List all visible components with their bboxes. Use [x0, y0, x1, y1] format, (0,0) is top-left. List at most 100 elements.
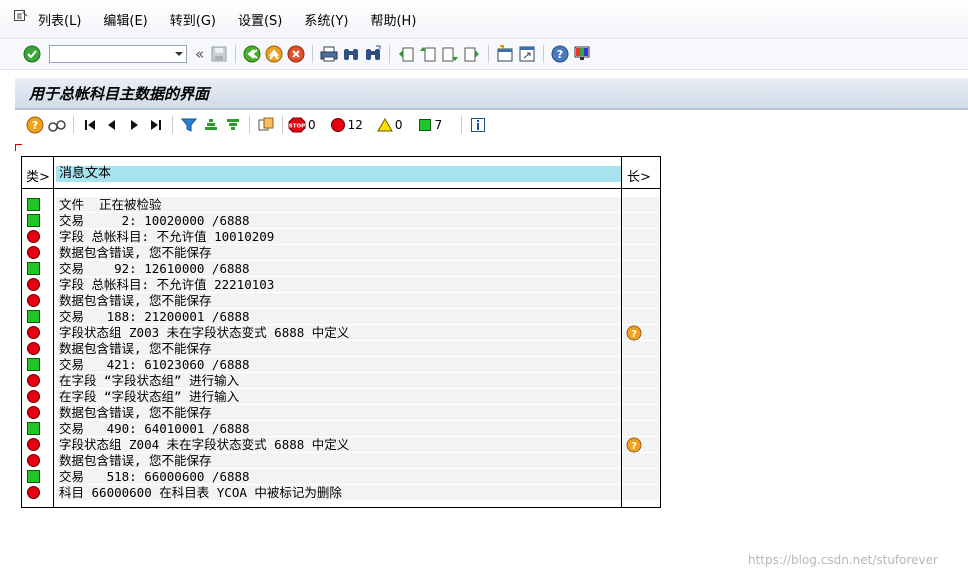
long-text-button[interactable]: ?: [25, 115, 45, 135]
first-message-button[interactable]: [80, 115, 100, 135]
technical-info-button[interactable]: [47, 115, 67, 135]
next-message-button[interactable]: [124, 115, 144, 135]
back-button[interactable]: [242, 44, 262, 64]
svg-text:?: ?: [557, 48, 563, 61]
column-header-length[interactable]: 长>: [627, 166, 651, 185]
error-status-icon: [27, 390, 40, 403]
message-text: 数据包含错误, 您不能保存: [56, 293, 621, 308]
help-button[interactable]: ?: [550, 44, 570, 64]
menu-list[interactable]: 列表(L): [38, 10, 81, 29]
dropdown-arrow-icon[interactable]: [174, 50, 184, 58]
message-text: 交易 92: 12610000 /6888: [56, 261, 621, 276]
menu-goto[interactable]: 转到(G): [170, 10, 216, 29]
warning-count: 0: [394, 118, 403, 132]
question-icon: ?: [26, 116, 44, 134]
change-layout-button[interactable]: [256, 115, 276, 135]
first-page-button[interactable]: [396, 44, 416, 64]
column-header-message-text[interactable]: 消息文本: [56, 166, 621, 182]
find-button[interactable]: [341, 44, 361, 64]
monitor-color-icon: [574, 46, 590, 60]
shortcut-button[interactable]: [517, 44, 537, 64]
sort-descending-icon: [227, 119, 239, 130]
cancel-button[interactable]: [286, 44, 306, 64]
information-button[interactable]: [468, 115, 488, 135]
warning-filter[interactable]: 0: [377, 117, 403, 133]
menu-settings[interactable]: 设置(S): [238, 10, 282, 29]
table-row[interactable]: 交易 490: 64010001 /6888: [22, 421, 660, 437]
table-row[interactable]: 在字段 “字段状态组” 进行输入: [22, 373, 660, 389]
binoculars-next-icon: [366, 45, 381, 60]
menu-system[interactable]: 系统(Y): [304, 10, 348, 29]
toolbar-separator: [461, 116, 463, 134]
menu-edit[interactable]: 编辑(E): [103, 10, 147, 29]
table-row[interactable]: 交易 421: 61023060 /6888: [22, 357, 660, 373]
table-row[interactable]: 字段状态组 Z004 未在字段状态变式 6888 中定义?: [22, 437, 660, 453]
table-row[interactable]: 数据包含错误, 您不能保存: [22, 341, 660, 357]
sort-ascending-button[interactable]: [201, 115, 221, 135]
table-row[interactable]: 字段 总帐科目: 不允许值 10010209: [22, 229, 660, 245]
error-status-icon: [27, 454, 40, 467]
layout-icon: [258, 117, 274, 131]
collapse-chevron-icon[interactable]: «: [195, 45, 204, 63]
next-page-button[interactable]: [440, 44, 460, 64]
error-status-icon: [27, 438, 40, 451]
table-row[interactable]: 字段 总帐科目: 不允许值 22210103: [22, 277, 660, 293]
table-row[interactable]: 数据包含错误, 您不能保存: [22, 293, 660, 309]
long-text-question-icon[interactable]: ?: [626, 325, 642, 341]
column-header-type[interactable]: 类>: [26, 166, 50, 185]
filter-button[interactable]: [179, 115, 199, 135]
command-input[interactable]: [52, 47, 174, 61]
app-menu-icon[interactable]: [14, 10, 28, 22]
menu-help[interactable]: 帮助(H): [370, 10, 416, 29]
stop-filter[interactable]: STOP 0: [288, 117, 316, 133]
message-text: 数据包含错误, 您不能保存: [56, 405, 621, 420]
svg-text:?: ?: [631, 329, 637, 340]
length-cell: [623, 469, 659, 484]
toolbar-separator: [488, 45, 490, 63]
next-icon: [131, 120, 138, 130]
table-row[interactable]: 在字段 “字段状态组” 进行输入: [22, 389, 660, 405]
message-text: 在字段 “字段状态组” 进行输入: [56, 389, 621, 404]
message-text: 交易 188: 21200001 /6888: [56, 309, 621, 324]
print-button[interactable]: [319, 44, 339, 64]
table-row[interactable]: 交易 188: 21200001 /6888: [22, 309, 660, 325]
toolbar-separator: [235, 45, 237, 63]
menu-bar: 列表(L) 编辑(E) 转到(G) 设置(S) 系统(Y) 帮助(H): [0, 0, 968, 39]
previous-message-button[interactable]: [102, 115, 122, 135]
enter-button[interactable]: [22, 44, 42, 64]
table-row[interactable]: 交易 92: 12610000 /6888: [22, 261, 660, 277]
long-text-question-icon[interactable]: ?: [626, 437, 642, 453]
create-session-button[interactable]: [495, 44, 515, 64]
table-row[interactable]: 数据包含错误, 您不能保存: [22, 245, 660, 261]
length-cell: [623, 405, 659, 420]
last-icon: [151, 120, 161, 130]
command-field[interactable]: [49, 45, 187, 63]
sort-descending-button[interactable]: [223, 115, 243, 135]
help-icon: ?: [551, 45, 569, 63]
table-row[interactable]: 交易 2: 10020000 /6888: [22, 213, 660, 229]
previous-icon: [108, 120, 115, 130]
last-message-button[interactable]: [146, 115, 166, 135]
layout-button[interactable]: [572, 44, 592, 64]
table-row[interactable]: 科目 66000600 在科目表 YCOA 中被标记为删除: [22, 485, 660, 501]
error-status-icon: [27, 326, 40, 339]
svg-text:STOP: STOP: [289, 124, 305, 130]
message-text: 在字段 “字段状态组” 进行输入: [56, 373, 621, 388]
header-divider: [22, 188, 660, 189]
table-row[interactable]: 数据包含错误, 您不能保存: [22, 453, 660, 469]
previous-page-button[interactable]: [418, 44, 438, 64]
toolbar-separator: [73, 116, 74, 134]
table-row[interactable]: 交易 518: 66000600 /6888: [22, 469, 660, 485]
error-filter[interactable]: 12: [330, 117, 363, 133]
find-next-button[interactable]: [363, 44, 383, 64]
save-button[interactable]: [209, 44, 229, 64]
last-page-button[interactable]: [462, 44, 482, 64]
svg-text:?: ?: [631, 441, 637, 452]
table-row[interactable]: 字段状态组 Z003 未在字段状态变式 6888 中定义?: [22, 325, 660, 341]
error-count: 12: [347, 118, 363, 132]
success-filter[interactable]: 7: [417, 117, 442, 133]
table-row[interactable]: 文件 正在被检验: [22, 197, 660, 213]
table-row[interactable]: 数据包含错误, 您不能保存: [22, 405, 660, 421]
exit-button[interactable]: [264, 44, 284, 64]
message-text: 文件 正在被检验: [56, 197, 621, 212]
